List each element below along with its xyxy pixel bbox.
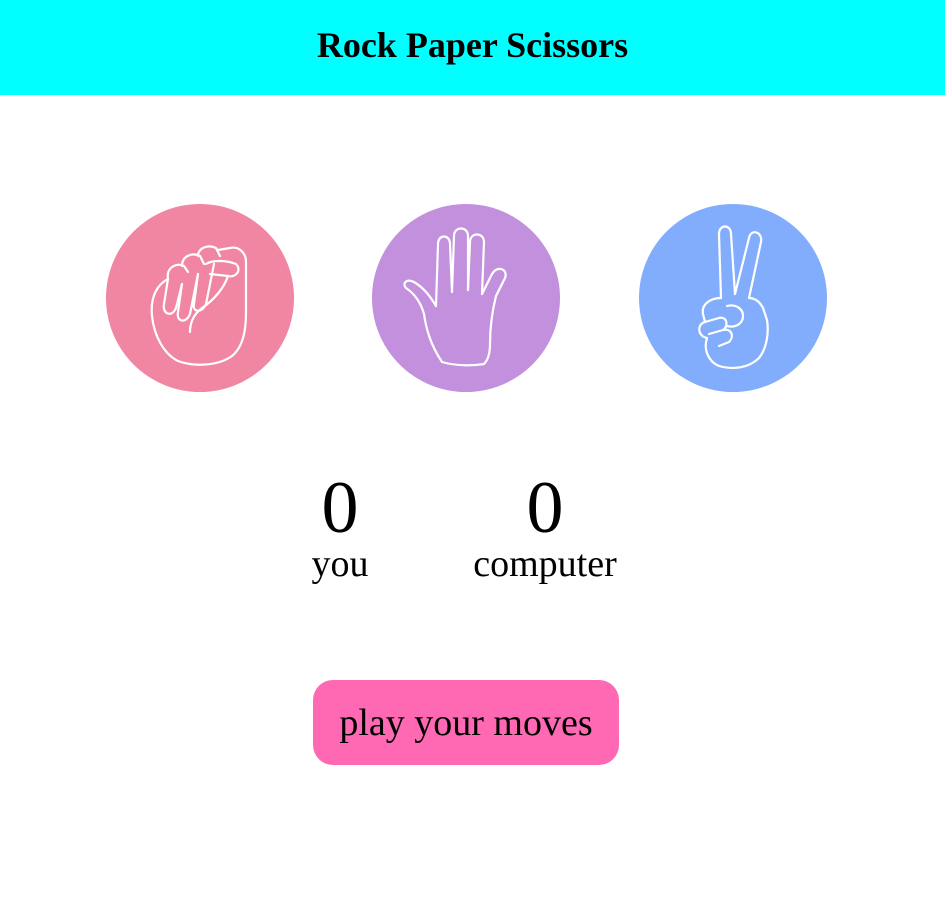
app-header: Rock Paper Scissors <box>0 0 945 95</box>
player-score: 0 you <box>290 468 390 584</box>
paper-button[interactable] <box>372 204 560 392</box>
computer-score-label: computer <box>473 543 617 585</box>
fist-icon <box>150 245 248 366</box>
peace-hand-icon <box>698 225 769 369</box>
player-score-label: you <box>311 543 369 585</box>
play-moves-button[interactable]: play your moves <box>313 680 619 765</box>
player-score-value: 0 <box>321 467 359 549</box>
page-title: Rock Paper Scissors <box>316 24 629 65</box>
computer-score-value: 0 <box>526 467 564 549</box>
scissors-button[interactable] <box>639 204 827 392</box>
computer-score: 0 computer <box>445 468 645 584</box>
open-hand-icon <box>403 227 507 367</box>
rock-button[interactable] <box>106 204 294 392</box>
